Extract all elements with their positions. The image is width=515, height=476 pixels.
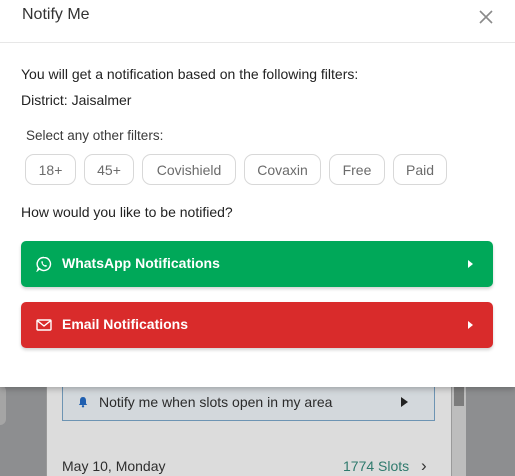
caret-right-icon: [468, 321, 473, 329]
notify-modal: Notify Me You will get a notification ba…: [0, 0, 515, 387]
notification-question: How would you like to be notified?: [21, 204, 233, 220]
caret-right-icon: [468, 260, 473, 268]
filter-chip-45plus[interactable]: 45+: [84, 154, 134, 185]
whatsapp-icon: [36, 256, 52, 272]
filters-label: Select any other filters:: [26, 128, 164, 143]
email-button-label: Email Notifications: [62, 316, 189, 332]
chevron-right-icon[interactable]: ›: [421, 456, 427, 476]
caret-right-icon: [401, 397, 408, 407]
mail-icon: [36, 319, 52, 331]
filter-chip-covishield[interactable]: Covishield: [142, 154, 236, 185]
email-notifications-button[interactable]: Email Notifications: [21, 302, 493, 348]
whatsapp-notifications-button[interactable]: WhatsApp Notifications: [21, 241, 493, 287]
filter-chip-18plus[interactable]: 18+: [25, 154, 76, 185]
filter-chip-covaxin[interactable]: Covaxin: [244, 154, 321, 185]
modal-header: Notify Me: [0, 0, 515, 43]
notify-area-label: Notify me when slots open in my area: [99, 394, 333, 410]
date-label: May 10, Monday: [62, 458, 166, 474]
scrollbar-thumb[interactable]: [454, 384, 464, 406]
close-icon: [479, 10, 493, 24]
district-line: District: Jaisalmer: [21, 92, 131, 108]
district-value: Jaisalmer: [71, 92, 132, 108]
filters-intro: You will get a notification based on the…: [21, 66, 359, 82]
whatsapp-button-label: WhatsApp Notifications: [62, 255, 220, 271]
filter-chip-paid[interactable]: Paid: [393, 154, 447, 185]
background-scrollbar[interactable]: [452, 380, 466, 476]
close-button[interactable]: [479, 10, 497, 28]
notify-area-button[interactable]: Notify me when slots open in my area: [62, 383, 435, 421]
filter-chip-free[interactable]: Free: [329, 154, 385, 185]
slots-count[interactable]: 1774 Slots: [343, 458, 409, 474]
background-edge: [0, 385, 6, 425]
district-label: District:: [21, 92, 68, 108]
modal-title: Notify Me: [22, 6, 90, 23]
bell-icon: [78, 397, 88, 408]
